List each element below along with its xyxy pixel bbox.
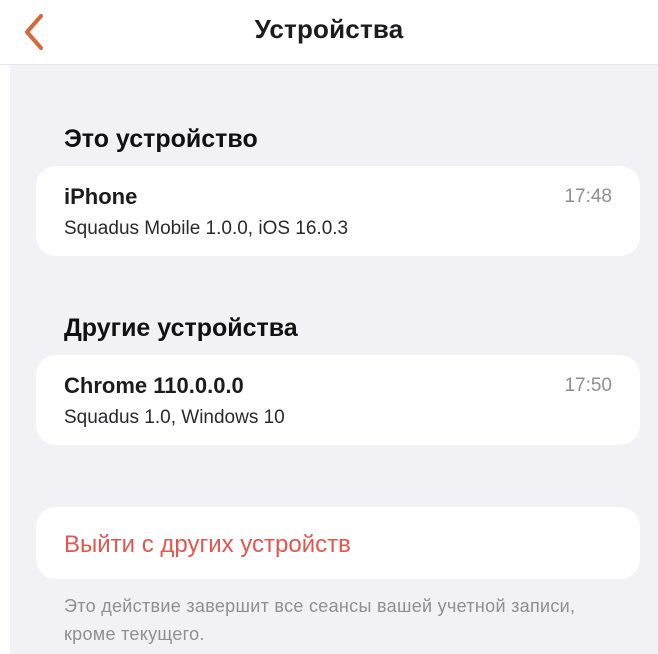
device-name: iPhone [64, 184, 138, 209]
section-header-this-device: Это устройство [64, 125, 258, 153]
section-header-other-devices: Другие устройства [64, 314, 298, 342]
logout-other-devices-button[interactable]: Выйти с других устройств [36, 507, 640, 579]
logout-other-devices-label: Выйти с других устройств [64, 531, 351, 558]
other-device-card[interactable]: Chrome 110.0.0.0 Squadus 1.0, Windows 10… [36, 355, 640, 445]
devices-content: Это устройство iPhone Squadus Mobile 1.0… [10, 65, 658, 654]
navigation-bar: Устройства [0, 0, 658, 65]
device-details: Squadus Mobile 1.0.0, iOS 16.0.3 [64, 218, 349, 239]
device-name: Chrome 110.0.0.0 [64, 373, 244, 398]
page-title: Устройства [254, 14, 404, 44]
device-last-active-time: 17:48 [564, 186, 612, 207]
device-last-active-time: 17:50 [564, 375, 612, 396]
logout-footnote: Это действие завершит все сеансы вашей у… [64, 596, 576, 644]
current-device-card[interactable]: iPhone Squadus Mobile 1.0.0, iOS 16.0.3 … [36, 166, 640, 256]
device-details: Squadus 1.0, Windows 10 [64, 407, 285, 428]
